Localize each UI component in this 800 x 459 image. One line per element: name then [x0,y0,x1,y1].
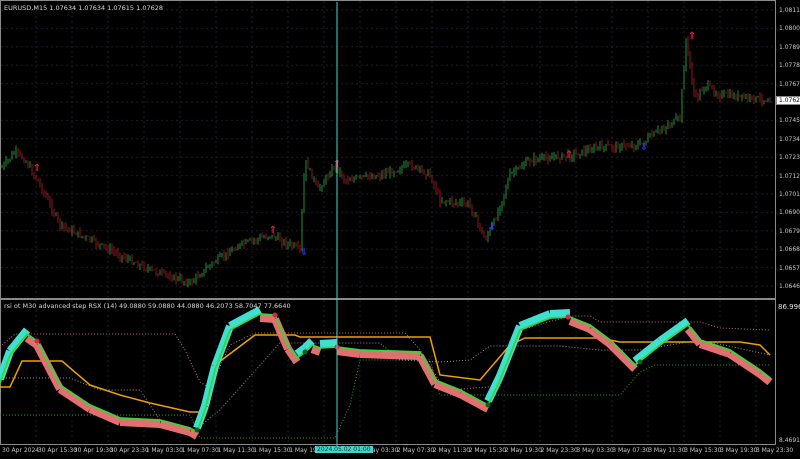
rsx-down-fill [158,420,192,436]
time-label: 1 May 07:30 [181,447,219,454]
price-label: 1.08000 [779,25,800,33]
rsx-line [0,313,771,434]
rsx-up-fill [484,374,504,403]
time-label: 1 May 03:30 [145,447,183,454]
time-label: 1 May 11:30 [217,447,255,454]
time-label: 3 May 11:30 [648,447,686,454]
grid [1,1,774,443]
indicator-min-label: 8.4691 [779,437,800,444]
rsx-up-fill [0,349,14,381]
time-label: 3 May 03:30 [576,447,614,454]
rsx-up-fill [228,306,262,330]
rsx-down-fill [568,317,592,333]
buy-arrow-icon: ⇓ [300,247,308,258]
rsx-turn-up-dot [485,402,491,408]
rsx-down-fill [336,347,361,358]
sell-arrow-icon: ⇑ [688,31,696,42]
price-label: 1.07230 [779,154,800,162]
time-label: 30 Apr 23:30 [109,447,149,454]
time-label: 2 May 15:30 [468,447,507,454]
rsx-down-fill [458,390,490,413]
price-label: 1.07890 [779,43,800,51]
time-label: 2 May 19:30 [504,447,542,454]
time-label: 30 Apr 15:30 [37,447,78,454]
price-label: 1.06790 [779,227,800,235]
rsx-turn-up-dot [302,349,308,355]
chart-canvas[interactable]: ⇑⇑⇑⇑⇑⇓⇓⇓ [0,0,800,459]
time-label: 30 Apr 19:30 [73,447,113,454]
indicator-title: rsi ot M30 advanced step RSX (14) 49.088… [4,302,291,310]
indicator-max-label: 86.9962 [777,303,800,311]
rsx-down-fill [310,345,322,356]
price-label: 1.07780 [779,62,800,70]
rsx-down-fill [188,428,199,440]
price-label: 1.07340 [779,135,800,143]
chart-title: EURUSD,M15 1.07634 1.07634 1.07615 1.076… [4,4,163,12]
crosshair-time-label: 2024.05.02 01:00 [315,446,373,453]
sell-arrow-icon: ⇑ [33,163,41,174]
time-label: 2 May 23:30 [540,447,578,454]
rsx-up-fill [319,339,338,348]
price-label: 1.06680 [779,246,800,254]
time-label: 3 May 15:30 [684,447,722,454]
rsx-down-fill [259,314,276,323]
price-label: 1.06570 [779,264,800,272]
rsx-up-fill [632,337,663,365]
rsx-up-fill [6,327,31,354]
time-label: 3 May 19:30 [720,447,758,454]
rsx-up-fill [496,324,524,378]
current-price-label: 1.07628 [776,96,800,105]
rsx-turn-down-dot [272,312,278,318]
rsx-down-fill [587,325,613,348]
time-label: 2 May 11:30 [432,447,471,454]
rsx-turn-down-dot [34,338,40,344]
lower-band-line [0,359,770,439]
rsx-indicator [0,306,773,440]
rsx-down-fill [33,343,64,391]
rsx-up-fill [549,309,571,318]
rsx-down-fill [119,418,161,428]
rsx-up-fill [193,404,209,430]
rsx-down-fill [416,354,439,386]
rsx-down-fill [57,385,93,413]
price-label: 1.07120 [779,172,800,180]
rsx-down-fill [757,370,773,386]
time-label: 1 May 15:30 [253,447,291,454]
price-label: 1.07670 [779,80,800,88]
rsx-up-fill [201,365,219,407]
price-label: 1.08110 [779,7,800,14]
rsx-down-fill [359,350,421,360]
time-label: 3 May 07:30 [612,447,650,454]
price-label: 1.07450 [779,117,800,125]
price-label: 1.06900 [779,209,800,217]
rsx-down-fill [607,341,638,372]
sell-arrow-icon: ⇑ [565,150,573,161]
rsx-down-fill [271,317,292,351]
time-label: 30 Apr 2024 [2,447,40,454]
rsx-turn-up-dot [194,427,200,433]
time-label: 3 May 23:30 [755,447,794,454]
time-label: 2 May 07:30 [396,447,435,454]
price-label: 1.06460 [779,283,800,290]
rsx-turn-down-dot [565,314,571,320]
rsx-turn-up-dot [637,359,643,365]
sell-arrow-icon: ⇑ [269,225,277,236]
price-label: 1.07010 [779,191,800,198]
buy-arrow-icon: ⇓ [488,222,496,233]
buy-arrow-icon: ⇓ [640,142,648,153]
